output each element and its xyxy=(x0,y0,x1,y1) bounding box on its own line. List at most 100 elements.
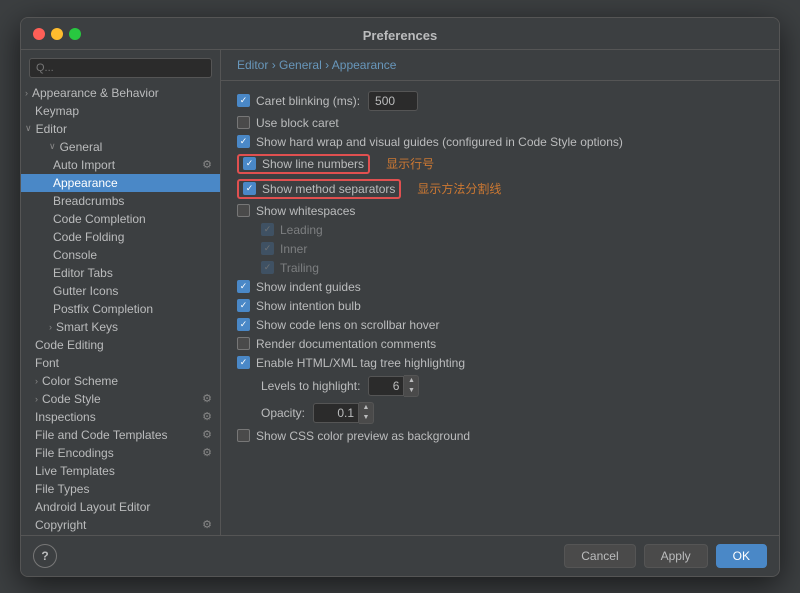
sidebar-item-editor-tabs[interactable]: Editor Tabs xyxy=(21,264,220,282)
show-indent-guides-checkbox[interactable]: Show indent guides xyxy=(237,280,361,294)
spinner-down-button[interactable]: ▼ xyxy=(359,413,373,423)
show-line-numbers-checkbox[interactable]: Show line numbers xyxy=(243,157,364,171)
sidebar-item-code-editing[interactable]: Code Editing xyxy=(21,336,220,354)
show-hard-wrap-checkbox[interactable]: Show hard wrap and visual guides (config… xyxy=(237,135,623,149)
chevron-icon: ∨ xyxy=(49,141,56,152)
sidebar-item-file-code-templates[interactable]: File and Code Templates ⚙ xyxy=(21,426,220,444)
ok-button[interactable]: OK xyxy=(716,544,767,568)
content-area: › Appearance & Behavior Keymap ∨ Editor … xyxy=(21,50,779,535)
sidebar-item-copyright[interactable]: Copyright ⚙ xyxy=(21,516,220,534)
checkbox-icon xyxy=(243,157,256,170)
levels-spinner: ▲ ▼ xyxy=(368,375,419,397)
trailing-row: Trailing xyxy=(261,261,763,275)
help-button[interactable]: ? xyxy=(33,544,57,568)
checkbox-icon xyxy=(237,299,250,312)
breadcrumb-general: General xyxy=(279,58,322,72)
caret-blinking-label: Caret blinking (ms): xyxy=(256,94,360,108)
sidebar-item-general[interactable]: ∨ General xyxy=(21,138,220,156)
sidebar-item-code-style[interactable]: › Code Style ⚙ xyxy=(21,390,220,408)
sidebar-item-gutter-icons[interactable]: Gutter Icons xyxy=(21,282,220,300)
sidebar-item-appearance-behavior[interactable]: › Appearance & Behavior xyxy=(21,84,220,102)
show-whitespaces-checkbox[interactable]: Show whitespaces xyxy=(237,204,355,218)
sidebar-item-file-types[interactable]: File Types xyxy=(21,480,220,498)
levels-input[interactable] xyxy=(368,376,404,396)
show-method-separators-row: Show method separators 显示方法分割线 xyxy=(237,179,763,199)
trailing-label: Trailing xyxy=(280,261,319,275)
sidebar-item-inspections[interactable]: Inspections ⚙ xyxy=(21,408,220,426)
sidebar-item-keymap[interactable]: Keymap xyxy=(21,102,220,120)
show-whitespaces-label: Show whitespaces xyxy=(256,204,355,218)
enable-html-xml-row: Enable HTML/XML tag tree highlighting xyxy=(237,356,763,370)
gear-icon: ⚙ xyxy=(202,518,212,531)
footer-buttons: Cancel Apply OK xyxy=(564,544,767,568)
sidebar-item-android-layout-editor[interactable]: Android Layout Editor xyxy=(21,498,220,516)
show-code-lens-checkbox[interactable]: Show code lens on scrollbar hover xyxy=(237,318,439,332)
sidebar-item-font[interactable]: Font xyxy=(21,354,220,372)
trailing-checkbox[interactable]: Trailing xyxy=(261,261,319,275)
use-block-caret-row: Use block caret xyxy=(237,116,763,130)
minimize-button[interactable] xyxy=(51,28,63,40)
checkbox-icon xyxy=(237,356,250,369)
show-code-lens-label: Show code lens on scrollbar hover xyxy=(256,318,439,332)
sidebar-item-appearance[interactable]: Appearance xyxy=(21,174,220,192)
main-panel: Editor › General › Appearance Caret blin… xyxy=(221,50,779,535)
chevron-icon: › xyxy=(49,322,52,332)
sidebar-item-breadcrumbs[interactable]: Breadcrumbs xyxy=(21,192,220,210)
gear-icon: ⚙ xyxy=(202,392,212,405)
enable-html-xml-label: Enable HTML/XML tag tree highlighting xyxy=(256,356,465,370)
show-method-separators-highlight: Show method separators xyxy=(237,179,401,199)
show-hard-wrap-label: Show hard wrap and visual guides (config… xyxy=(256,135,623,149)
spinner-down-button[interactable]: ▼ xyxy=(404,386,418,396)
spinner-up-button[interactable]: ▲ xyxy=(359,403,373,413)
show-method-separators-checkbox[interactable]: Show method separators xyxy=(243,182,395,196)
leading-checkbox[interactable]: Leading xyxy=(261,223,323,237)
checkbox-icon xyxy=(237,337,250,350)
inner-checkbox[interactable]: Inner xyxy=(261,242,307,256)
maximize-button[interactable] xyxy=(69,28,81,40)
inner-row: Inner xyxy=(261,242,763,256)
render-documentation-row: Render documentation comments xyxy=(237,337,763,351)
sidebar-item-smart-keys[interactable]: › Smart Keys xyxy=(21,318,220,336)
leading-label: Leading xyxy=(280,223,323,237)
show-code-lens-row: Show code lens on scrollbar hover xyxy=(237,318,763,332)
sidebar-item-editor[interactable]: ∨ Editor xyxy=(21,120,220,138)
checkbox-icon xyxy=(261,261,274,274)
checkbox-icon xyxy=(237,318,250,331)
settings-content: Caret blinking (ms): Use block caret Sh xyxy=(221,81,779,535)
show-css-color-checkbox[interactable]: Show CSS color preview as background xyxy=(237,429,470,443)
close-button[interactable] xyxy=(33,28,45,40)
show-intention-bulb-checkbox[interactable]: Show intention bulb xyxy=(237,299,361,313)
sidebar-item-live-templates[interactable]: Live Templates xyxy=(21,462,220,480)
gear-icon: ⚙ xyxy=(202,428,212,441)
traffic-lights xyxy=(33,28,81,40)
sidebar-item-code-completion[interactable]: Code Completion xyxy=(21,210,220,228)
sidebar-item-postfix-completion[interactable]: Postfix Completion xyxy=(21,300,220,318)
render-documentation-checkbox[interactable]: Render documentation comments xyxy=(237,337,436,351)
enable-html-xml-checkbox[interactable]: Enable HTML/XML tag tree highlighting xyxy=(237,356,465,370)
opacity-spinner: ▲ ▼ xyxy=(313,402,374,424)
show-intention-bulb-label: Show intention bulb xyxy=(256,299,361,313)
render-documentation-label: Render documentation comments xyxy=(256,337,436,351)
sidebar-item-file-encodings[interactable]: File Encodings ⚙ xyxy=(21,444,220,462)
use-block-caret-checkbox[interactable]: Use block caret xyxy=(237,116,339,130)
search-input[interactable] xyxy=(29,58,212,78)
caret-blinking-input[interactable] xyxy=(368,91,418,111)
show-line-numbers-annotation: 显示行号 xyxy=(386,155,434,172)
show-indent-guides-label: Show indent guides xyxy=(256,280,361,294)
opacity-label: Opacity: xyxy=(261,406,305,420)
title-bar: Preferences xyxy=(21,18,779,50)
sidebar-item-code-folding[interactable]: Code Folding xyxy=(21,228,220,246)
apply-button[interactable]: Apply xyxy=(644,544,708,568)
spinner-buttons: ▲ ▼ xyxy=(404,375,419,397)
use-block-caret-label: Use block caret xyxy=(256,116,339,130)
leading-row: Leading xyxy=(261,223,763,237)
spinner-up-button[interactable]: ▲ xyxy=(404,376,418,386)
cancel-button[interactable]: Cancel xyxy=(564,544,635,568)
caret-blinking-checkbox[interactable]: Caret blinking (ms): xyxy=(237,94,360,108)
sidebar-item-console[interactable]: Console xyxy=(21,246,220,264)
chevron-icon: ∨ xyxy=(25,123,32,134)
checkbox-icon xyxy=(261,223,274,236)
sidebar-item-color-scheme[interactable]: › Color Scheme xyxy=(21,372,220,390)
opacity-input[interactable] xyxy=(313,403,359,423)
sidebar-item-auto-import[interactable]: Auto Import ⚙ xyxy=(21,156,220,174)
